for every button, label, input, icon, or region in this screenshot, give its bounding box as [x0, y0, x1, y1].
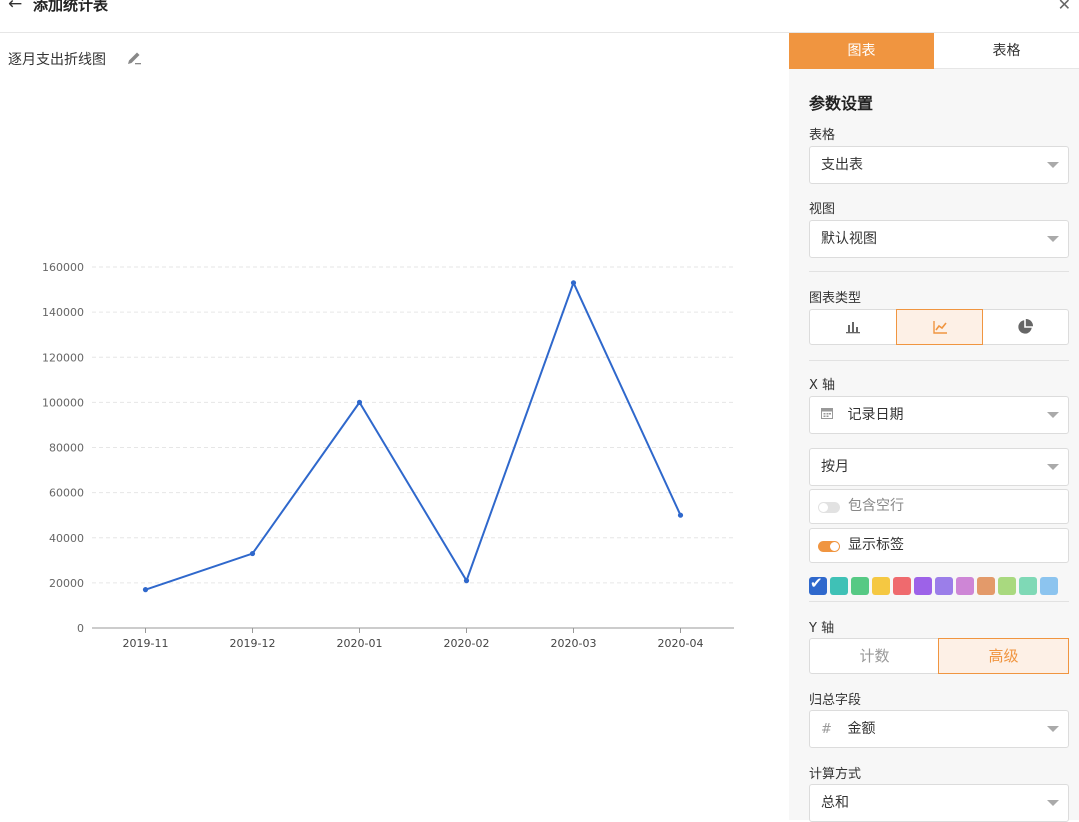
summary-field-select[interactable]: # 金额 — [809, 710, 1069, 748]
color-swatch[interactable] — [914, 577, 932, 595]
toggle-switch-off — [818, 502, 840, 513]
x-tick-label: 2019-11 — [123, 637, 169, 650]
view-label: 视图 — [809, 202, 836, 217]
y-tick-label: 80000 — [49, 442, 84, 455]
chevron-down-icon — [1047, 800, 1059, 806]
color-swatch[interactable]: ✔ — [809, 574, 827, 595]
color-swatch[interactable] — [1040, 577, 1058, 595]
show-labels-label: 显示标签 — [848, 537, 904, 553]
back-arrow-icon[interactable]: ← — [8, 0, 22, 14]
include-empty-label: 包含空行 — [848, 498, 904, 514]
color-palette: ✔ — [809, 574, 1071, 597]
x-tick-label: 2020-02 — [444, 637, 490, 650]
divider — [809, 271, 1069, 272]
calc-method-select[interactable]: 总和 — [809, 784, 1069, 822]
chart-type-label: 图表类型 — [809, 291, 862, 306]
table-select-value: 支出表 — [821, 157, 863, 173]
divider — [809, 601, 1069, 602]
x-axis-group-value: 按月 — [821, 459, 849, 475]
show-labels-toggle[interactable]: 显示标签 — [809, 528, 1069, 563]
y-tick-label: 140000 — [42, 306, 84, 319]
color-swatch[interactable] — [893, 577, 911, 595]
page-title: 添加统计表 — [33, 0, 109, 14]
top-bar: ← 添加统计表 ✕ — [0, 0, 1079, 33]
summary-field-value: 金额 — [847, 721, 876, 737]
y-axis-mode-selector: 计数 高级 — [809, 638, 1069, 674]
calc-method-value: 总和 — [821, 795, 849, 811]
x-axis-field-select[interactable]: 记录日期 — [809, 396, 1069, 434]
y-tick-label: 60000 — [49, 487, 84, 500]
tab-chart[interactable]: 图表 — [789, 33, 934, 69]
view-select-value: 默认视图 — [821, 231, 877, 247]
series-line — [145, 280, 682, 591]
chart-type-pie[interactable] — [982, 310, 1068, 344]
color-swatch[interactable] — [977, 577, 995, 595]
chart-type-selector — [809, 309, 1069, 345]
chart-type-line[interactable] — [895, 309, 984, 345]
section-title: 参数设置 — [809, 94, 874, 113]
x-tick-label: 2020-03 — [551, 637, 597, 650]
x-tick-label: 2020-01 — [337, 637, 383, 650]
checkmark-icon: ✔ — [810, 574, 823, 592]
pencil-icon[interactable] — [126, 50, 142, 66]
y-axis-advanced-option[interactable]: 高级 — [938, 638, 1069, 674]
color-swatch[interactable] — [935, 577, 953, 595]
chevron-down-icon — [1047, 236, 1059, 242]
pie-chart-icon — [1018, 319, 1034, 334]
chevron-down-icon — [1047, 412, 1059, 418]
calc-method-label: 计算方式 — [809, 767, 862, 782]
y-tick-label: 160000 — [42, 261, 84, 274]
data-point — [677, 512, 684, 518]
panel-tabs: 图表 表格 — [789, 33, 1079, 69]
table-select[interactable]: 支出表 — [809, 146, 1069, 184]
toggle-switch-on — [818, 541, 840, 552]
chevron-down-icon — [1047, 162, 1059, 168]
color-swatch[interactable] — [851, 577, 869, 595]
color-swatch[interactable] — [830, 577, 848, 595]
x-axis-label: X 轴 — [809, 378, 836, 393]
chevron-down-icon — [1047, 726, 1059, 732]
y-axis-label: Y 轴 — [809, 621, 835, 636]
data-point — [463, 578, 470, 584]
hash-icon: # — [821, 722, 832, 737]
bar-chart-icon — [845, 322, 860, 334]
data-point — [356, 399, 363, 405]
close-icon[interactable]: ✕ — [1058, 0, 1071, 14]
color-swatch[interactable] — [1019, 577, 1037, 595]
divider — [809, 360, 1069, 361]
chart-type-bar[interactable] — [810, 310, 897, 344]
chevron-down-icon — [1047, 464, 1059, 470]
data-point — [142, 587, 149, 593]
y-axis-count-option[interactable]: 计数 — [810, 639, 939, 673]
table-label: 表格 — [809, 128, 836, 143]
x-axis-field-value: 记录日期 — [847, 407, 904, 423]
tab-table[interactable]: 表格 — [934, 33, 1079, 69]
color-swatch[interactable] — [956, 577, 974, 595]
color-swatch[interactable] — [998, 577, 1016, 595]
chart-name: 逐月支出折线图 — [8, 52, 106, 68]
x-axis-group-select[interactable]: 按月 — [809, 448, 1069, 486]
settings-panel: 图表 表格 参数设置 表格 支出表 视图 默认视图 图表类型 X 轴 记录日期 … — [789, 33, 1079, 822]
color-swatch[interactable] — [872, 577, 890, 595]
summary-field-label: 归总字段 — [809, 693, 862, 708]
y-tick-label: 120000 — [42, 351, 84, 364]
y-tick-label: 20000 — [49, 577, 84, 590]
line-chart-icon — [932, 321, 947, 334]
view-select[interactable]: 默认视图 — [809, 220, 1069, 258]
line-chart: 160000 140000 120000 100000 80000 60000 40000 2… — [42, 261, 734, 650]
y-tick-label: 0 — [77, 622, 84, 635]
calendar-icon — [821, 398, 835, 434]
data-point — [570, 280, 577, 286]
include-empty-toggle[interactable]: 包含空行 — [809, 489, 1069, 524]
x-tick-label: 2019-12 — [230, 637, 276, 650]
y-tick-label: 40000 — [49, 532, 84, 545]
x-tick-label: 2020-04 — [658, 637, 704, 650]
data-point — [249, 550, 256, 557]
y-tick-label: 100000 — [42, 396, 84, 409]
